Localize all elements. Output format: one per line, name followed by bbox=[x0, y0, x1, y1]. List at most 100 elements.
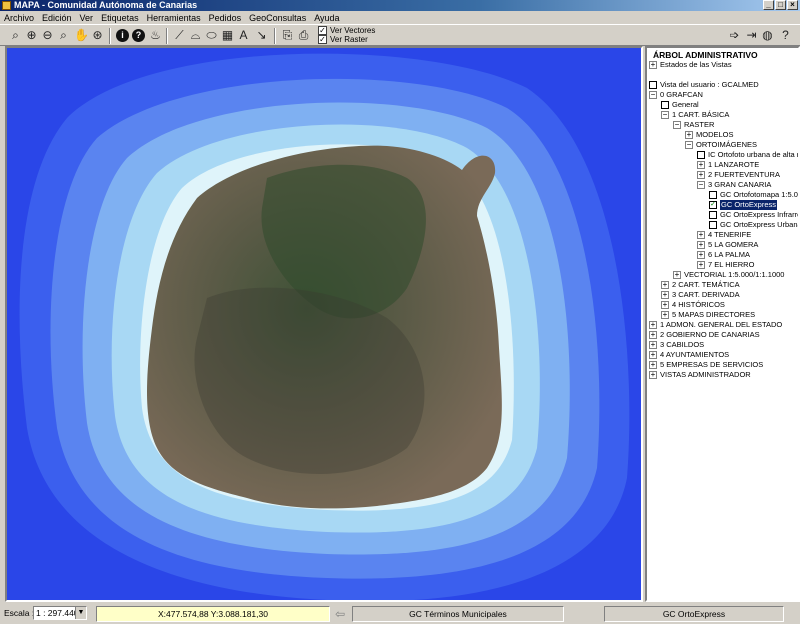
layer-checkbox[interactable]: ✓ bbox=[709, 201, 717, 209]
tree-item[interactable]: +3 CABILDOS bbox=[649, 340, 704, 350]
map-view[interactable] bbox=[5, 46, 643, 602]
expand-icon[interactable]: + bbox=[649, 361, 657, 369]
expand-icon[interactable]: + bbox=[697, 171, 705, 179]
tree-item[interactable]: +4 HISTÓRICOS bbox=[661, 300, 725, 310]
layer-checkbox[interactable] bbox=[697, 151, 705, 159]
administrative-tree-panel[interactable]: ÁRBOL ADMINISTRATIVO + Estados de las Vis… bbox=[645, 46, 800, 602]
tree-item[interactable]: − RASTER bbox=[673, 120, 714, 130]
tree-item[interactable]: +5 LA GOMERA bbox=[697, 240, 758, 250]
expand-icon[interactable]: + bbox=[697, 241, 705, 249]
minimize-button[interactable]: _ bbox=[763, 0, 774, 10]
tree-item[interactable]: +4 AYUNTAMIENTOS bbox=[649, 350, 729, 360]
zoom-in-icon[interactable]: ⊕ bbox=[24, 28, 39, 43]
tree-item[interactable]: +1 ADMON. GENERAL DEL ESTADO bbox=[649, 320, 782, 330]
print-icon[interactable]: ⎙ bbox=[296, 28, 311, 43]
tree-item[interactable]: +1 LANZAROTE bbox=[697, 160, 759, 170]
pointer-dropdown-icon[interactable]: ↘ bbox=[254, 28, 269, 43]
scale-select[interactable]: 1 : 297.440 ▼ bbox=[33, 606, 87, 620]
tree-item[interactable]: + MODELOS bbox=[685, 130, 734, 140]
expand-icon[interactable]: + bbox=[649, 341, 657, 349]
tree-item[interactable]: General bbox=[661, 100, 699, 110]
tree-item[interactable]: +3 CART. DERIVADA bbox=[661, 290, 740, 300]
zoom-previous-icon[interactable]: ⌕ bbox=[56, 28, 71, 43]
tree-item[interactable]: − ORTOIMÁGENES bbox=[685, 140, 757, 150]
close-button[interactable]: × bbox=[787, 0, 798, 10]
menu-etiquetas[interactable]: Etiquetas bbox=[101, 13, 139, 23]
tree-item[interactable]: +2 FUERTEVENTURA bbox=[697, 170, 780, 180]
tree-item[interactable]: −1 CART. BÁSICA bbox=[661, 110, 729, 120]
chevron-down-icon[interactable]: ▼ bbox=[75, 607, 86, 619]
menu-archivo[interactable]: Archivo bbox=[4, 13, 34, 23]
tree-item[interactable]: Vista del usuario : GCALMED bbox=[649, 80, 759, 90]
ver-raster-toggle[interactable]: ✓ Ver Raster bbox=[318, 35, 368, 44]
zoom-out-icon[interactable]: ⊖ bbox=[40, 28, 55, 43]
ver-vectores-checkbox[interactable]: ✓ bbox=[318, 26, 327, 35]
expand-icon[interactable]: + bbox=[697, 251, 705, 259]
expand-icon[interactable]: + bbox=[697, 261, 705, 269]
layer-checkbox[interactable] bbox=[709, 221, 717, 229]
info-icon[interactable]: i bbox=[116, 29, 129, 42]
menu-pedidos[interactable]: Pedidos bbox=[209, 13, 242, 23]
collapse-icon[interactable]: − bbox=[697, 181, 705, 189]
tree-item[interactable]: + VECTORIAL 1:5.000/1:1.1000 bbox=[673, 270, 784, 280]
expand-icon[interactable]: + bbox=[661, 291, 669, 299]
tree-item[interactable]: +2 CART. TEMÁTICA bbox=[661, 280, 740, 290]
pan-hand-icon[interactable]: ✋ bbox=[74, 28, 89, 43]
label-tool-icon[interactable]: A bbox=[236, 28, 251, 43]
collapse-icon[interactable]: − bbox=[661, 111, 669, 119]
grid-icon[interactable]: ▦ bbox=[220, 28, 235, 43]
layer-checkbox[interactable] bbox=[709, 211, 717, 219]
zoom-icon[interactable]: ⌕ bbox=[8, 28, 23, 43]
collapse-icon[interactable]: − bbox=[649, 91, 657, 99]
measure-polygon-icon[interactable]: ⬭ bbox=[204, 28, 219, 43]
tree-item[interactable]: +7 EL HIERRO bbox=[697, 260, 754, 270]
expand-icon[interactable]: + bbox=[661, 301, 669, 309]
expand-icon[interactable]: + bbox=[649, 61, 657, 69]
ver-vectores-toggle[interactable]: ✓ Ver Vectores bbox=[318, 26, 375, 35]
tree-item[interactable]: ✓ GC OrtoExpress bbox=[709, 200, 778, 210]
tree-item[interactable]: GC Ortofotomapa 1:5.000/1 bbox=[709, 190, 798, 200]
tree-item[interactable]: +2 GOBIERNO DE CANARIAS bbox=[649, 330, 760, 340]
tree-item[interactable]: −0 GRAFCAN bbox=[649, 90, 703, 100]
help-icon[interactable]: ? bbox=[778, 28, 793, 43]
tree-item[interactable]: +5 MAPAS DIRECTORES bbox=[661, 310, 755, 320]
expand-icon[interactable]: + bbox=[673, 271, 681, 279]
expand-icon[interactable]: + bbox=[697, 231, 705, 239]
menu-ayuda[interactable]: Ayuda bbox=[314, 13, 339, 23]
collapse-icon[interactable]: − bbox=[673, 121, 681, 129]
tree-item[interactable]: GC OrtoExpress Infrarrojo bbox=[709, 210, 798, 220]
expand-icon[interactable]: + bbox=[649, 351, 657, 359]
scroll-icon[interactable]: ⇥ bbox=[744, 28, 759, 43]
menu-edicion[interactable]: Edición bbox=[42, 13, 72, 23]
copy-icon[interactable]: ⎘ bbox=[280, 28, 295, 43]
map-canvas[interactable] bbox=[7, 48, 641, 600]
menu-ver[interactable]: Ver bbox=[80, 13, 94, 23]
expand-icon[interactable]: + bbox=[649, 371, 657, 379]
globe-icon[interactable]: ◍ bbox=[760, 28, 775, 43]
tree-item[interactable]: IC Ortofoto urbana de alta resol bbox=[697, 150, 798, 160]
tree-item[interactable]: +5 EMPRESAS DE SERVICIOS bbox=[649, 360, 763, 370]
layer-checkbox[interactable] bbox=[661, 101, 669, 109]
expand-icon[interactable]: + bbox=[661, 281, 669, 289]
measure-area-icon[interactable]: ⌓ bbox=[188, 28, 203, 43]
layer-checkbox[interactable] bbox=[649, 81, 657, 89]
expand-icon[interactable]: + bbox=[697, 161, 705, 169]
expand-icon[interactable]: + bbox=[649, 321, 657, 329]
ver-raster-checkbox[interactable]: ✓ bbox=[318, 35, 327, 44]
tree-item[interactable]: +6 LA PALMA bbox=[697, 250, 750, 260]
tree-item[interactable]: + Estados de las Vistas bbox=[649, 60, 732, 70]
full-extent-icon[interactable]: ⊛ bbox=[90, 28, 105, 43]
fire-icon[interactable]: ♨ bbox=[148, 28, 163, 43]
tree-item[interactable]: + VISTAS ADMINISTRADOR bbox=[649, 370, 751, 380]
measure-line-icon[interactable]: ⟋ bbox=[172, 28, 187, 43]
expand-icon[interactable]: + bbox=[685, 131, 693, 139]
arrow-right-icon[interactable]: ➩ bbox=[727, 28, 742, 43]
menu-herramientas[interactable]: Herramientas bbox=[147, 13, 201, 23]
tree-item[interactable]: −3 GRAN CANARIA bbox=[697, 180, 771, 190]
expand-icon[interactable]: + bbox=[661, 311, 669, 319]
tree-item[interactable]: +4 TENERIFE bbox=[697, 230, 751, 240]
layer-checkbox[interactable] bbox=[709, 191, 717, 199]
arrow-left-icon[interactable]: ⇦ bbox=[332, 607, 348, 621]
tree-item[interactable]: GC OrtoExpress Urbana (al bbox=[709, 220, 798, 230]
query-icon[interactable]: ? bbox=[132, 29, 145, 42]
